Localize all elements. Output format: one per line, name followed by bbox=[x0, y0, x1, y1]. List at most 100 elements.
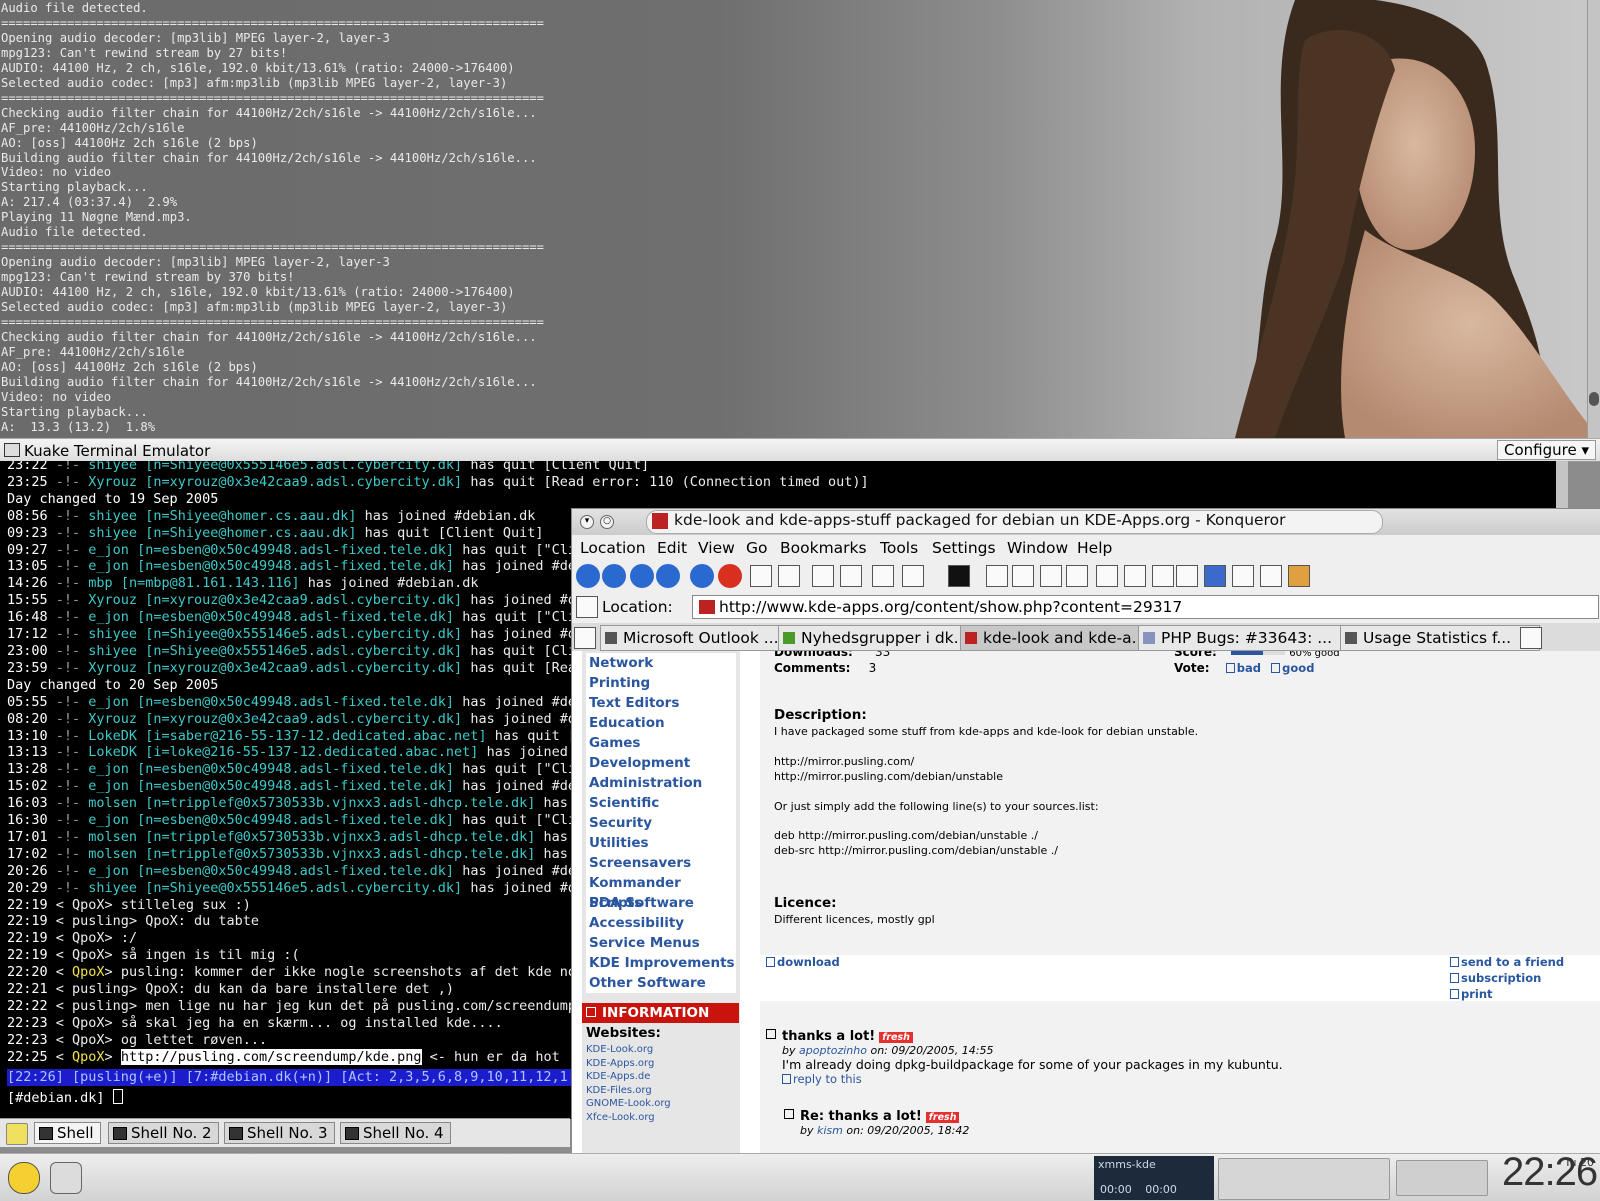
category-link[interactable]: Network bbox=[586, 653, 736, 673]
website-link[interactable]: KDE-Apps.de bbox=[586, 1070, 736, 1084]
inspect-icon[interactable] bbox=[902, 565, 924, 587]
sticky-button[interactable]: ○ bbox=[600, 515, 614, 529]
console-line: Selected audio codec: [mp3] afm:mp3lib (… bbox=[1, 75, 508, 90]
category-link[interactable]: Education bbox=[586, 713, 736, 733]
rss-icon[interactable] bbox=[1260, 565, 1282, 587]
nick: e_jon bbox=[88, 541, 129, 558]
website-link[interactable]: Xfce-Look.org bbox=[586, 1111, 736, 1125]
kuick-icon[interactable] bbox=[948, 565, 970, 587]
category-link[interactable]: Kommander Scripts bbox=[586, 873, 736, 911]
chat-message: men lige nu har jeg kun det på pusling.c… bbox=[145, 998, 576, 1014]
menu-view[interactable]: View bbox=[698, 539, 735, 557]
website-link[interactable]: KDE-Look.org bbox=[586, 1043, 736, 1057]
tab-outlook[interactable]: Microsoft Outlook ... bbox=[600, 625, 800, 651]
url-text: http://www.kde-apps.org/content/show.php… bbox=[719, 598, 1183, 616]
category-link[interactable]: Games bbox=[586, 733, 736, 753]
clear-location-icon[interactable] bbox=[576, 596, 598, 618]
split-vertical-icon[interactable] bbox=[1066, 565, 1088, 587]
tab-overflow-icon[interactable] bbox=[1520, 627, 1542, 649]
comment-author-link[interactable]: kism bbox=[817, 1124, 843, 1137]
forward-icon[interactable] bbox=[602, 564, 626, 588]
security-icon[interactable] bbox=[872, 565, 894, 587]
menu-go[interactable]: Go bbox=[746, 539, 768, 557]
desktop-icon[interactable] bbox=[50, 1162, 82, 1194]
reply-link[interactable]: reply to this bbox=[782, 1072, 1600, 1086]
new-session-icon[interactable] bbox=[6, 1123, 28, 1145]
xmms-applet[interactable]: xmms-kde 00:00 00:00 bbox=[1094, 1156, 1214, 1200]
tab-nyhedsgrupper[interactable]: Nyhedsgrupper i dk... bbox=[778, 625, 982, 651]
page-icon bbox=[783, 632, 795, 644]
category-link[interactable]: PDA Software bbox=[586, 893, 736, 913]
send-to-friend-link[interactable]: send to a friend bbox=[1450, 955, 1564, 969]
category-link[interactable]: KDE Improvements bbox=[586, 953, 736, 973]
website-link[interactable]: KDE-Files.org bbox=[586, 1084, 736, 1098]
category-link[interactable]: Scientific bbox=[586, 793, 736, 813]
nick: molsen bbox=[88, 828, 138, 845]
category-link[interactable]: Security bbox=[586, 813, 736, 833]
tab-shell-4[interactable]: Shell No. 4 bbox=[340, 1122, 451, 1144]
tab-usage-statistics[interactable]: Usage Statistics f... bbox=[1340, 625, 1540, 651]
event-message: has quit [Read error: 110 (Connection ti… bbox=[470, 473, 869, 490]
home-icon[interactable] bbox=[656, 564, 680, 588]
w3c-validate-icon[interactable] bbox=[1232, 565, 1254, 587]
website-link[interactable]: GNOME-Look.org bbox=[586, 1097, 736, 1111]
clock[interactable]: 22:26 Tu 20 bbox=[1500, 1150, 1600, 1201]
comment-author-link[interactable]: apoptozinho bbox=[799, 1044, 867, 1057]
menu-tools[interactable]: Tools bbox=[880, 539, 918, 557]
image-gallery-icon[interactable] bbox=[1124, 565, 1146, 587]
tab-kde-look[interactable]: kde-look and kde-a... bbox=[960, 625, 1160, 651]
tools-icon[interactable] bbox=[1152, 565, 1174, 587]
category-link[interactable]: Screensavers bbox=[586, 853, 736, 873]
menu-edit[interactable]: Edit bbox=[657, 539, 687, 557]
category-link[interactable]: Printing bbox=[586, 673, 736, 693]
category-link[interactable]: Utilities bbox=[586, 833, 736, 853]
user-agent-icon[interactable] bbox=[1176, 565, 1198, 587]
print-icon[interactable] bbox=[750, 565, 772, 587]
console-scrollbar[interactable] bbox=[1587, 0, 1600, 438]
view-icon[interactable] bbox=[1012, 565, 1034, 587]
print-link[interactable]: print bbox=[1450, 987, 1493, 1001]
category-link[interactable]: Administration bbox=[586, 773, 736, 793]
up-icon[interactable] bbox=[630, 564, 654, 588]
web-icon[interactable] bbox=[1204, 565, 1226, 587]
close-view-icon[interactable] bbox=[1096, 565, 1118, 587]
notice-prefix: -!- bbox=[47, 609, 89, 626]
vote-good-link[interactable]: good bbox=[1271, 661, 1314, 675]
taskbar-buttons[interactable] bbox=[1218, 1158, 1390, 1200]
category-link[interactable]: Development bbox=[586, 753, 736, 773]
download-link[interactable]: download bbox=[766, 955, 840, 969]
website-link[interactable]: KDE-Apps.org bbox=[586, 1057, 736, 1071]
tab-shell[interactable]: Shell bbox=[34, 1122, 101, 1144]
irc-input-line[interactable]: [#debian.dk] bbox=[7, 1089, 123, 1106]
subscription-link[interactable]: subscription bbox=[1450, 971, 1541, 985]
category-link[interactable]: Other Software bbox=[586, 973, 736, 993]
category-link[interactable]: Text Editors bbox=[586, 693, 736, 713]
vote-bad-link[interactable]: bad bbox=[1225, 661, 1261, 675]
zoom-in-icon[interactable] bbox=[812, 565, 834, 587]
collapse-icon[interactable] bbox=[784, 1109, 794, 1119]
menu-settings[interactable]: Settings bbox=[932, 539, 996, 557]
collapse-icon[interactable] bbox=[766, 1029, 776, 1039]
tux-menu-icon[interactable] bbox=[8, 1162, 40, 1194]
tab-shell-2[interactable]: Shell No. 2 bbox=[108, 1122, 219, 1144]
menu-location[interactable]: Location bbox=[580, 539, 646, 557]
split-horizontal-icon[interactable] bbox=[1040, 565, 1062, 587]
category-link[interactable]: Accessibility bbox=[586, 913, 736, 933]
stop-icon[interactable] bbox=[718, 564, 742, 588]
menu-window[interactable]: Window bbox=[1007, 539, 1068, 557]
new-tab-icon[interactable] bbox=[574, 627, 596, 649]
menu-bookmarks[interactable]: Bookmarks bbox=[780, 539, 867, 557]
sidebar-icon[interactable] bbox=[986, 565, 1008, 587]
reload-icon[interactable] bbox=[690, 564, 714, 588]
category-link[interactable]: Service Menus bbox=[586, 933, 736, 953]
tab-php-bugs[interactable]: PHP Bugs: #33643: ... bbox=[1138, 625, 1350, 651]
configure-button[interactable]: Configure ▾ bbox=[1496, 440, 1596, 460]
konqueror-icon[interactable] bbox=[1288, 565, 1310, 587]
zoom-out-icon[interactable] bbox=[840, 565, 862, 587]
tab-shell-3[interactable]: Shell No. 3 bbox=[224, 1122, 335, 1144]
menu-help[interactable]: Help bbox=[1077, 539, 1112, 557]
location-input[interactable]: http://www.kde-apps.org/content/show.php… bbox=[692, 595, 1599, 619]
find-icon[interactable] bbox=[778, 565, 800, 587]
window-menu-icon[interactable]: ▾ bbox=[580, 515, 594, 529]
back-icon[interactable] bbox=[576, 564, 600, 588]
